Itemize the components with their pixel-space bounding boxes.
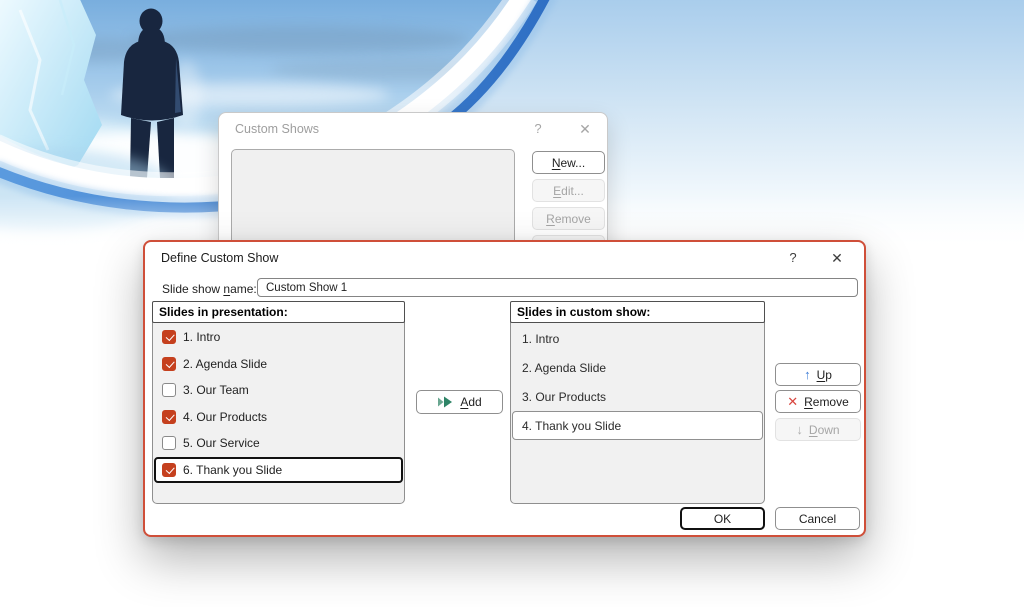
red-x-icon: ✕ — [787, 395, 798, 408]
checkbox-icon[interactable] — [162, 330, 176, 344]
ok-button[interactable]: OK — [680, 507, 765, 530]
up-button[interactable]: ↑ Up — [775, 363, 861, 386]
list-item-intro[interactable]: 1. Intro — [154, 324, 403, 351]
checkbox-icon[interactable] — [162, 383, 176, 397]
arrow-down-icon: ↓ — [796, 423, 803, 436]
custom-list-item-thank-you-slide[interactable]: 4. Thank you Slide — [512, 411, 763, 440]
remove-button[interactable]: Remove — [532, 207, 605, 230]
help-icon[interactable]: ? — [527, 119, 549, 139]
edit-button[interactable]: Edit... — [532, 179, 605, 202]
list-item-our-products[interactable]: 4. Our Products — [154, 404, 403, 431]
list-item-our-service[interactable]: 5. Our Service — [154, 430, 403, 457]
new-button[interactable]: New... — [532, 151, 605, 174]
dialog-title: Custom Shows — [235, 122, 319, 136]
add-button[interactable]: Add — [416, 390, 503, 414]
double-chevron-right-icon — [437, 396, 454, 408]
checkbox-icon[interactable] — [162, 357, 176, 371]
custom-list-item-agenda-slide[interactable]: 2. Agenda Slide — [512, 353, 763, 382]
desktop: Custom Shows ? ✕ New... Edit... Remove D… — [0, 0, 1024, 607]
close-icon[interactable]: ✕ — [826, 248, 848, 268]
list-item-agenda-slide[interactable]: 2. Agenda Slide — [154, 351, 403, 378]
slides-in-presentation-header: Slides in presentation: — [152, 301, 405, 323]
list-item-our-team[interactable]: 3. Our Team — [154, 377, 403, 404]
close-icon[interactable]: ✕ — [574, 119, 596, 139]
custom-list-item-intro[interactable]: 1. Intro — [512, 324, 763, 353]
slides-in-presentation-listbox[interactable]: Slides in presentation: 1. Intro 2. Agen… — [152, 301, 405, 504]
define-custom-show-dialog: Define Custom Show ? ✕ Slide show name: … — [143, 240, 866, 537]
help-icon[interactable]: ? — [782, 248, 804, 268]
checkbox-icon[interactable] — [162, 463, 176, 477]
slide-show-name-label: Slide show name: — [162, 282, 257, 296]
custom-list-item-our-products[interactable]: 3. Our Products — [512, 382, 763, 411]
slides-in-custom-show-header: Slides in custom show: — [510, 301, 765, 323]
remove-button[interactable]: ✕ Remove — [775, 390, 861, 413]
list-item-thank-you-slide[interactable]: 6. Thank you Slide — [154, 457, 403, 484]
checkbox-icon[interactable] — [162, 410, 176, 424]
dialog-title: Define Custom Show — [161, 251, 278, 265]
slides-in-custom-show-listbox[interactable]: Slides in custom show: 1. Intro 2. Agend… — [510, 301, 765, 504]
slide-show-name-input[interactable] — [257, 278, 858, 297]
down-button[interactable]: ↓ Down — [775, 418, 861, 441]
arrow-up-icon: ↑ — [804, 368, 811, 381]
cancel-button[interactable]: Cancel — [775, 507, 860, 530]
checkbox-icon[interactable] — [162, 436, 176, 450]
